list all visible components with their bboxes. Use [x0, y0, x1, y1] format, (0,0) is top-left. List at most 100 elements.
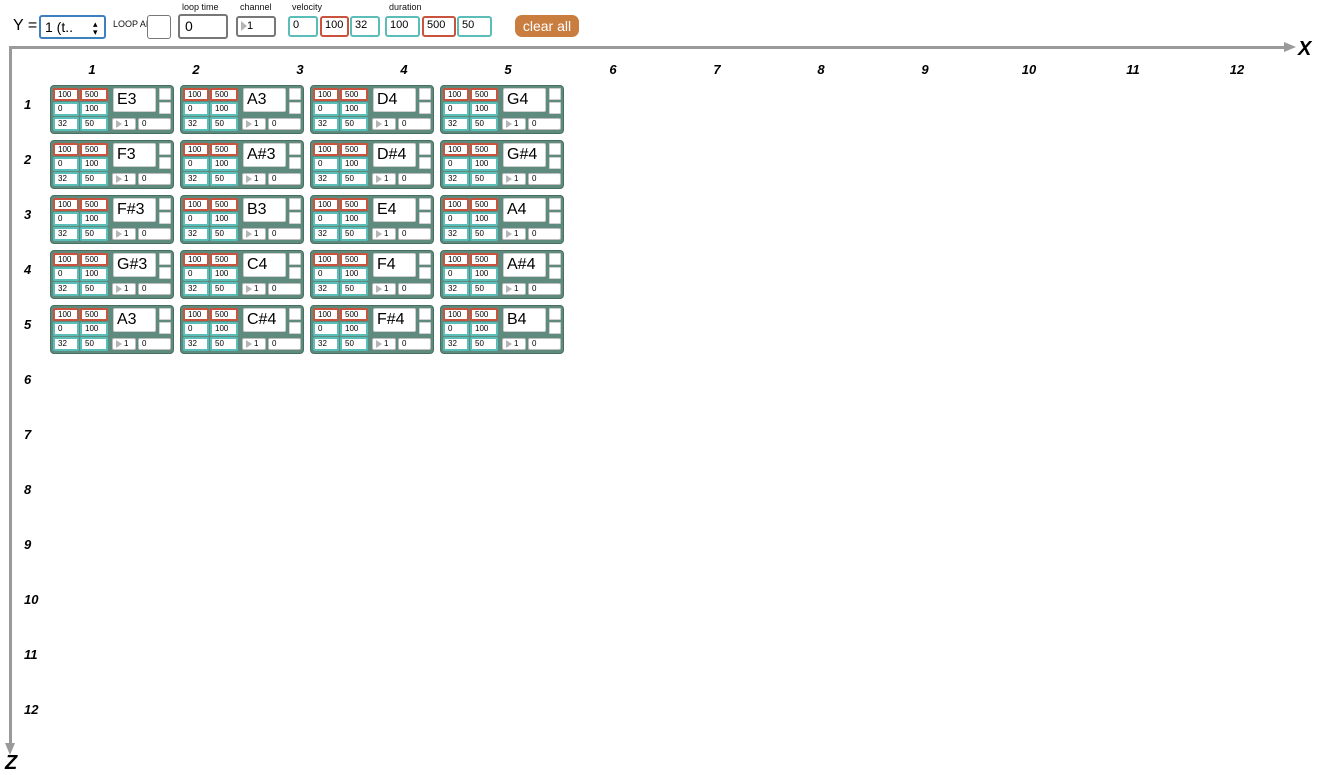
cell-toggle-top[interactable]	[159, 253, 171, 265]
cell-velocity-min-input[interactable]: 0	[183, 267, 209, 281]
cell-velocity-max-input[interactable]: 100	[210, 322, 238, 336]
cell-velocity-min-input[interactable]: 0	[313, 267, 339, 281]
note-cell[interactable]: 100 500 0 100 32 50 1 0 A#3	[180, 140, 304, 189]
cell-note-name[interactable]: E3	[113, 88, 156, 112]
cell-channel-input[interactable]: 1	[502, 338, 526, 350]
cell-extra-input[interactable]: 0	[528, 173, 561, 185]
cell-velocity-max-input[interactable]: 100	[210, 102, 238, 116]
cell-toggle-bottom[interactable]	[159, 157, 171, 169]
cell-duration-min-input[interactable]: 100	[183, 198, 209, 211]
cell-toggle-bottom[interactable]	[159, 322, 171, 334]
cell-toggle-bottom[interactable]	[289, 212, 301, 224]
cell-duration-min-input[interactable]: 100	[53, 143, 79, 156]
note-cell[interactable]: 100 500 0 100 32 50 1 0 D#4	[310, 140, 434, 189]
cell-duration-min-input[interactable]: 100	[313, 198, 339, 211]
cell-velocity-min-input[interactable]: 0	[53, 322, 79, 336]
note-cell[interactable]: 100 500 0 100 32 50 1 0 B3	[180, 195, 304, 244]
cell-velocity-min-input[interactable]: 0	[183, 157, 209, 171]
cell-velocity-max-input[interactable]: 100	[210, 157, 238, 171]
cell-channel-input[interactable]: 1	[112, 173, 136, 185]
cell-channel-input[interactable]: 1	[372, 228, 396, 240]
cell-toggle-top[interactable]	[549, 308, 561, 320]
cell-duration-value-input[interactable]: 50	[80, 117, 108, 131]
cell-extra-input[interactable]: 0	[268, 338, 301, 350]
cell-toggle-bottom[interactable]	[419, 102, 431, 114]
cell-velocity-max-input[interactable]: 100	[470, 102, 498, 116]
cell-toggle-top[interactable]	[159, 143, 171, 155]
cell-extra-input[interactable]: 0	[268, 118, 301, 130]
cell-note-name[interactable]: B3	[243, 198, 286, 222]
cell-velocity-max-input[interactable]: 100	[470, 157, 498, 171]
cell-duration-value-input[interactable]: 50	[80, 282, 108, 296]
cell-velocity-value-input[interactable]: 32	[183, 172, 209, 186]
cell-velocity-value-input[interactable]: 32	[313, 227, 339, 241]
note-cell[interactable]: 100 500 0 100 32 50 1 0 G#3	[50, 250, 174, 299]
cell-toggle-top[interactable]	[549, 88, 561, 100]
cell-velocity-min-input[interactable]: 0	[53, 157, 79, 171]
cell-duration-max-input[interactable]: 500	[80, 253, 108, 266]
loop-all-toggle[interactable]	[147, 15, 171, 39]
cell-duration-max-input[interactable]: 500	[340, 308, 368, 321]
cell-note-name[interactable]: G#4	[503, 143, 546, 167]
note-cell[interactable]: 100 500 0 100 32 50 1 0 G4	[440, 85, 564, 134]
cell-toggle-top[interactable]	[159, 308, 171, 320]
cell-note-name[interactable]: F3	[113, 143, 156, 167]
cell-duration-value-input[interactable]: 50	[210, 172, 238, 186]
cell-note-name[interactable]: C#4	[243, 308, 286, 332]
velocity-min-input[interactable]: 0	[288, 16, 318, 37]
cell-extra-input[interactable]: 0	[528, 338, 561, 350]
cell-note-name[interactable]: F#4	[373, 308, 416, 332]
cell-note-name[interactable]: B4	[503, 308, 546, 332]
cell-channel-input[interactable]: 1	[372, 118, 396, 130]
cell-toggle-bottom[interactable]	[549, 267, 561, 279]
cell-duration-min-input[interactable]: 100	[313, 88, 339, 101]
cell-velocity-max-input[interactable]: 100	[470, 267, 498, 281]
cell-toggle-bottom[interactable]	[159, 212, 171, 224]
cell-velocity-min-input[interactable]: 0	[313, 157, 339, 171]
note-cell[interactable]: 100 500 0 100 32 50 1 0 C4	[180, 250, 304, 299]
cell-duration-value-input[interactable]: 50	[470, 117, 498, 131]
cell-duration-value-input[interactable]: 50	[80, 337, 108, 351]
cell-note-name[interactable]: A4	[503, 198, 546, 222]
cell-toggle-bottom[interactable]	[549, 157, 561, 169]
cell-toggle-top[interactable]	[289, 198, 301, 210]
duration-max-input[interactable]: 500	[422, 16, 456, 37]
note-cell[interactable]: 100 500 0 100 32 50 1 0 A4	[440, 195, 564, 244]
cell-channel-input[interactable]: 1	[372, 338, 396, 350]
cell-toggle-top[interactable]	[549, 143, 561, 155]
cell-toggle-top[interactable]	[419, 198, 431, 210]
note-cell[interactable]: 100 500 0 100 32 50 1 0 A3	[50, 305, 174, 354]
cell-note-name[interactable]: E4	[373, 198, 416, 222]
cell-toggle-bottom[interactable]	[289, 267, 301, 279]
cell-toggle-top[interactable]	[549, 198, 561, 210]
cell-duration-value-input[interactable]: 50	[340, 117, 368, 131]
cell-duration-min-input[interactable]: 100	[183, 88, 209, 101]
velocity-value-input[interactable]: 32	[350, 16, 380, 37]
cell-duration-value-input[interactable]: 50	[80, 172, 108, 186]
cell-channel-input[interactable]: 1	[242, 338, 266, 350]
cell-velocity-min-input[interactable]: 0	[443, 102, 469, 116]
cell-velocity-max-input[interactable]: 100	[80, 102, 108, 116]
cell-toggle-top[interactable]	[289, 143, 301, 155]
cell-channel-input[interactable]: 1	[112, 338, 136, 350]
cell-velocity-value-input[interactable]: 32	[313, 282, 339, 296]
cell-duration-max-input[interactable]: 500	[470, 308, 498, 321]
clear-all-button[interactable]: clear all	[515, 15, 579, 37]
cell-duration-max-input[interactable]: 500	[210, 198, 238, 211]
cell-velocity-value-input[interactable]: 32	[183, 337, 209, 351]
cell-toggle-top[interactable]	[159, 88, 171, 100]
cell-duration-max-input[interactable]: 500	[340, 198, 368, 211]
y-layer-select[interactable]: 1 (t.. ▴ ▾	[39, 15, 106, 39]
cell-channel-input[interactable]: 1	[112, 228, 136, 240]
cell-duration-min-input[interactable]: 100	[443, 253, 469, 266]
cell-velocity-max-input[interactable]: 100	[340, 322, 368, 336]
cell-velocity-min-input[interactable]: 0	[53, 267, 79, 281]
cell-toggle-top[interactable]	[289, 308, 301, 320]
cell-duration-value-input[interactable]: 50	[340, 282, 368, 296]
cell-velocity-value-input[interactable]: 32	[53, 282, 79, 296]
cell-velocity-max-input[interactable]: 100	[470, 322, 498, 336]
cell-duration-value-input[interactable]: 50	[210, 282, 238, 296]
cell-note-name[interactable]: A3	[113, 308, 156, 332]
cell-duration-min-input[interactable]: 100	[53, 308, 79, 321]
cell-duration-max-input[interactable]: 500	[210, 308, 238, 321]
